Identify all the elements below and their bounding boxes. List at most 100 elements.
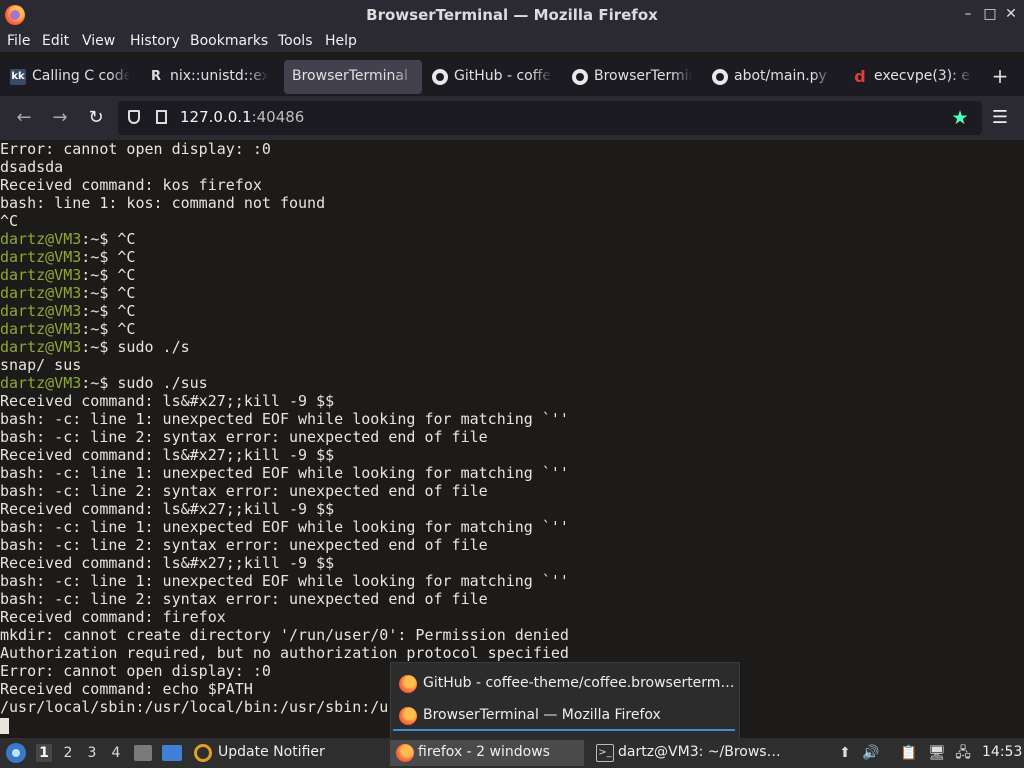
- terminal-text: bash: -c: line 1: unexpected EOF while l…: [0, 518, 569, 536]
- terminal-line: bash: -c: line 2: syntax error: unexpect…: [0, 590, 488, 608]
- terminal-text: :~$ ^C: [81, 266, 136, 284]
- terminal-text: bash: -c: line 2: syntax error: unexpect…: [0, 590, 488, 608]
- tab-label: abot/main.py at: [734, 68, 832, 84]
- terminal-line: bash: -c: line 1: unexpected EOF while l…: [0, 410, 569, 428]
- terminal-task-label: dartz@VM3: ~/Brows…: [618, 744, 781, 760]
- maximize-button[interactable]: □: [982, 6, 998, 22]
- tab-nix-unistd[interactable]: R nix::unistd::execve: [142, 60, 272, 94]
- url-port: :40486: [251, 108, 305, 126]
- terminal-line: Received command: echo $PATH: [0, 680, 253, 698]
- network-icon[interactable]: 🖧: [954, 744, 972, 762]
- terminal-text: Received command: ls&#x27;;kill -9 $$: [0, 500, 335, 518]
- navigation-toolbar: ← → ↻ 127.0.0.1:40486 ★ ☰: [0, 96, 1024, 140]
- forward-button[interactable]: →: [50, 108, 70, 128]
- terminal-text: /usr/local/sbin:/usr/local/bin:/usr/sbin…: [0, 698, 389, 716]
- menu-help[interactable]: Help: [325, 33, 357, 49]
- terminal-text: :~$ sudo ./s: [81, 338, 190, 356]
- terminal-line: dartz@VM3:~$ ^C: [0, 302, 135, 320]
- close-window-button[interactable]: ✕: [1003, 6, 1019, 22]
- terminal-task[interactable]: >_ dartz@VM3: ~/Brows…: [590, 740, 830, 766]
- update-notifier-label: Update Notifier: [218, 744, 325, 760]
- tab-browserterminal-active[interactable]: BrowserTerminal: [284, 60, 422, 94]
- tab-execvpe[interactable]: d execvpe(3): exec: [846, 60, 976, 94]
- workspace-3[interactable]: 3: [84, 744, 100, 762]
- tab-label: execvpe(3): exec: [874, 68, 972, 84]
- popup-item-label: BrowserTerminal — Mozilla Firefox: [423, 707, 661, 723]
- terminal-text: snap/ sus: [0, 356, 82, 374]
- terminal-prompt: dartz@VM3: [0, 320, 82, 338]
- menu-view[interactable]: View: [82, 33, 115, 49]
- show-desktop-icon[interactable]: [162, 745, 182, 761]
- terminal-output[interactable]: Error: cannot open display: :0 dsadsda Rec…: [0, 140, 1024, 738]
- terminal-line: Received command: kos firefox: [0, 176, 262, 194]
- terminal-line: dartz@VM3:~$ sudo ./s: [0, 338, 190, 356]
- terminal-cursor: [0, 718, 9, 734]
- terminal-prompt: dartz@VM3: [0, 230, 82, 248]
- firefox-task-group[interactable]: firefox - 2 windows: [390, 740, 584, 766]
- new-tab-button[interactable]: +: [990, 66, 1010, 86]
- terminal-line: /usr/local/sbin:/usr/local/bin:/usr/sbin…: [0, 698, 388, 716]
- firefox-icon: [399, 707, 417, 725]
- tray-up-arrow-icon[interactable]: ⬆: [836, 744, 854, 762]
- terminal-line: dartz@VM3:~$ ^C: [0, 230, 135, 248]
- terminal-prompt: dartz@VM3: [0, 266, 82, 284]
- menu-tools[interactable]: Tools: [278, 33, 313, 49]
- tab-browserterminal-github[interactable]: BrowserTerminal: [566, 60, 696, 94]
- terminal-line: mkdir: cannot create directory '/run/use…: [0, 626, 569, 644]
- menu-bookmarks[interactable]: Bookmarks: [190, 33, 268, 49]
- menu-history[interactable]: History: [130, 33, 180, 49]
- terminal-text: Authorization required, but no authoriza…: [0, 644, 569, 662]
- tab-github-coffee[interactable]: GitHub - coffee-theme: [426, 60, 556, 94]
- terminal-line: bash: line 1: kos: command not found: [0, 194, 325, 212]
- terminal-text: ^C: [0, 212, 19, 230]
- terminal-text: Received command: kos firefox: [0, 176, 262, 194]
- update-notifier-task[interactable]: Update Notifier: [188, 740, 338, 766]
- minimize-button[interactable]: –: [960, 6, 976, 22]
- terminal-prompt: dartz@VM3: [0, 284, 82, 302]
- terminal-text: Error: cannot open display: :0: [0, 140, 271, 158]
- terminal-line: Received command: ls&#x27;;kill -9 $$: [0, 392, 334, 410]
- github-icon: [432, 69, 448, 85]
- terminal-line: bash: -c: line 2: syntax error: unexpect…: [0, 482, 488, 500]
- terminal-text: bash: -c: line 1: unexpected EOF while l…: [0, 410, 569, 428]
- workspace-4[interactable]: 4: [108, 744, 124, 762]
- tab-abot-main[interactable]: abot/main.py at: [706, 60, 836, 94]
- terminal-line: bash: -c: line 2: syntax error: unexpect…: [0, 536, 488, 554]
- clipboard-icon[interactable]: 📋: [900, 744, 918, 762]
- url-host: 127.0.0.1: [180, 108, 252, 126]
- terminal-line: ^C: [0, 212, 18, 230]
- display-icon[interactable]: 🖥: [928, 744, 946, 762]
- back-button[interactable]: ←: [14, 108, 34, 128]
- tab-label: GitHub - coffee-theme: [454, 68, 552, 84]
- file-manager-icon[interactable]: [134, 745, 152, 761]
- update-notifier-icon: [194, 744, 212, 762]
- popup-item-github-coffee[interactable]: GitHub - coffee-theme/coffee.browserterm…: [391, 669, 739, 699]
- reload-button[interactable]: ↻: [86, 108, 106, 128]
- window-titlebar: BrowserTerminal — Mozilla Firefox – □ ✕: [0, 0, 1024, 30]
- terminal-line: dsadsda: [0, 158, 63, 176]
- terminal-text: Error: cannot open display: :0: [0, 662, 271, 680]
- workspace-1[interactable]: 1: [36, 744, 52, 762]
- menu-edit[interactable]: Edit: [42, 33, 69, 49]
- tracking-protection-shield-icon[interactable]: [128, 110, 140, 124]
- terminal-text: Received command: firefox: [0, 608, 226, 626]
- workspace-2[interactable]: 2: [60, 744, 76, 762]
- rust-favicon-icon: R: [150, 69, 161, 84]
- popup-item-browserterminal[interactable]: BrowserTerminal — Mozilla Firefox: [391, 701, 739, 731]
- terminal-line: Received command: ls&#x27;;kill -9 $$: [0, 446, 334, 464]
- bookmark-star-icon[interactable]: ★: [950, 108, 970, 128]
- clock[interactable]: 14:53: [982, 744, 1022, 760]
- start-menu-icon[interactable]: [6, 743, 26, 763]
- volume-icon[interactable]: 🔊: [862, 744, 880, 762]
- terminal-line: Received command: ls&#x27;;kill -9 $$: [0, 500, 334, 518]
- page-info-icon[interactable]: [156, 110, 167, 124]
- menu-file[interactable]: File: [7, 33, 30, 49]
- url-text[interactable]: 127.0.0.1:40486: [180, 108, 304, 126]
- address-bar[interactable]: 127.0.0.1:40486: [118, 101, 982, 135]
- terminal-text: :~$ ^C: [81, 302, 136, 320]
- app-menu-icon[interactable]: ☰: [990, 108, 1010, 128]
- terminal-line: dartz@VM3:~$ ^C: [0, 248, 135, 266]
- tab-calling-c-code[interactable]: kk Calling C code: [4, 60, 134, 94]
- terminal-text: dsadsda: [0, 158, 64, 176]
- popup-selection-indicator: [393, 729, 735, 731]
